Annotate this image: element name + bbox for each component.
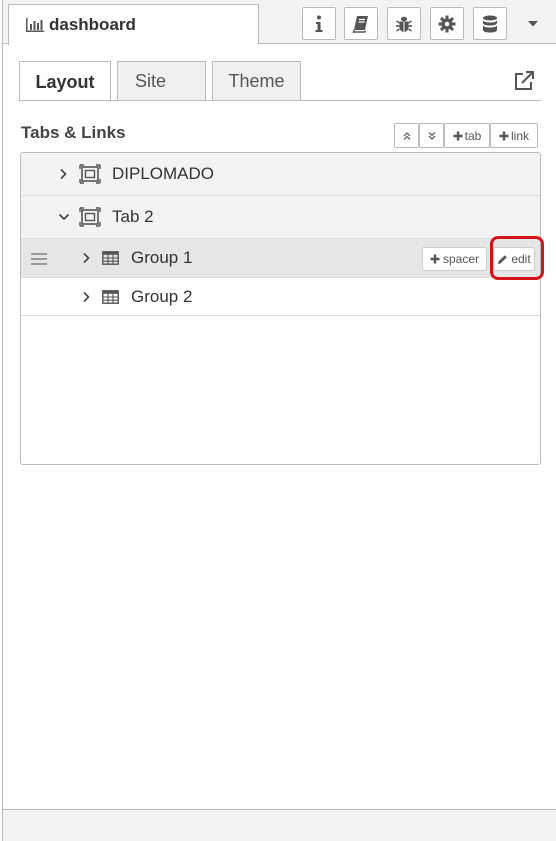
drag-handle-icon[interactable] (31, 252, 47, 265)
tab-icon (79, 164, 101, 184)
info-button[interactable] (302, 7, 336, 40)
add-tab-label: tab (464, 128, 482, 143)
add-link-label: link (510, 128, 529, 143)
dashboard-sidebar-tab[interactable]: dashboard (8, 4, 259, 45)
subtabs-divider (19, 100, 541, 101)
add-tab-button[interactable]: tab (444, 123, 490, 148)
sidebar-footer (3, 809, 556, 841)
group-label: Group 1 (131, 248, 193, 267)
collapse-all-button[interactable] (419, 123, 444, 148)
expand-all-button[interactable] (394, 123, 419, 148)
bar-chart-icon (26, 18, 44, 32)
sidebar-menu-dropdown[interactable] (518, 7, 548, 40)
chevron-right-icon[interactable] (80, 291, 92, 303)
tab-icon (79, 207, 101, 227)
context-data-button[interactable] (473, 7, 507, 40)
tab-site-label: Site (134, 71, 167, 91)
plus-icon (453, 131, 463, 140)
double-chevron-down-icon (428, 131, 435, 140)
plus-icon (499, 131, 509, 140)
sidebar-header: dashboard (3, 0, 556, 45)
table-icon (102, 251, 119, 265)
chevron-right-icon[interactable] (80, 252, 92, 264)
tab-theme-label: Theme (228, 71, 285, 91)
chevron-down-icon[interactable] (58, 211, 70, 223)
settings-button[interactable] (430, 7, 464, 40)
external-link-icon (515, 71, 534, 90)
tab-layout-label: Layout (35, 71, 95, 92)
table-icon (102, 289, 119, 304)
tab-row-tab-2[interactable]: Tab 2 (21, 196, 540, 239)
tab-theme[interactable]: Theme (212, 61, 301, 101)
tab-label: DIPLOMADO (112, 164, 215, 183)
info-icon (315, 15, 323, 32)
add-spacer-label: spacer (442, 252, 480, 266)
add-link-button[interactable]: link (490, 123, 538, 148)
chevron-right-icon[interactable] (57, 168, 69, 180)
tab-row-diplomado[interactable]: DIPLOMADO (21, 153, 540, 196)
add-spacer-button[interactable]: spacer (422, 247, 487, 271)
open-dashboard-link[interactable] (513, 70, 535, 92)
tabs-links-tree: DIPLOMADO Tab 2 Group 1 spacer edit Grou… (20, 152, 541, 465)
tab-layout[interactable]: Layout (19, 61, 111, 102)
edit-highlight-outline (490, 236, 544, 280)
group-label: Group 2 (131, 286, 193, 306)
tab-label: Tab 2 (112, 207, 154, 226)
help-book-button[interactable] (344, 7, 378, 40)
tab-site[interactable]: Site (117, 61, 206, 101)
group-row-group-2[interactable]: Group 2 (21, 278, 540, 316)
debug-button[interactable] (387, 7, 421, 40)
group-row-group-1[interactable]: Group 1 spacer edit (21, 239, 540, 278)
book-icon (352, 15, 368, 33)
sidebar-panel: dashboard Layout Site Theme Tabs & Links… (2, 0, 556, 841)
section-title: Tabs & Links (21, 123, 126, 142)
caret-down-icon (528, 20, 538, 26)
sidebar-tab-label: dashboard (49, 15, 136, 34)
plus-icon (430, 254, 440, 264)
gear-icon (438, 15, 456, 32)
bug-icon (396, 16, 412, 32)
double-chevron-up-icon (403, 131, 410, 140)
database-icon (483, 15, 497, 32)
